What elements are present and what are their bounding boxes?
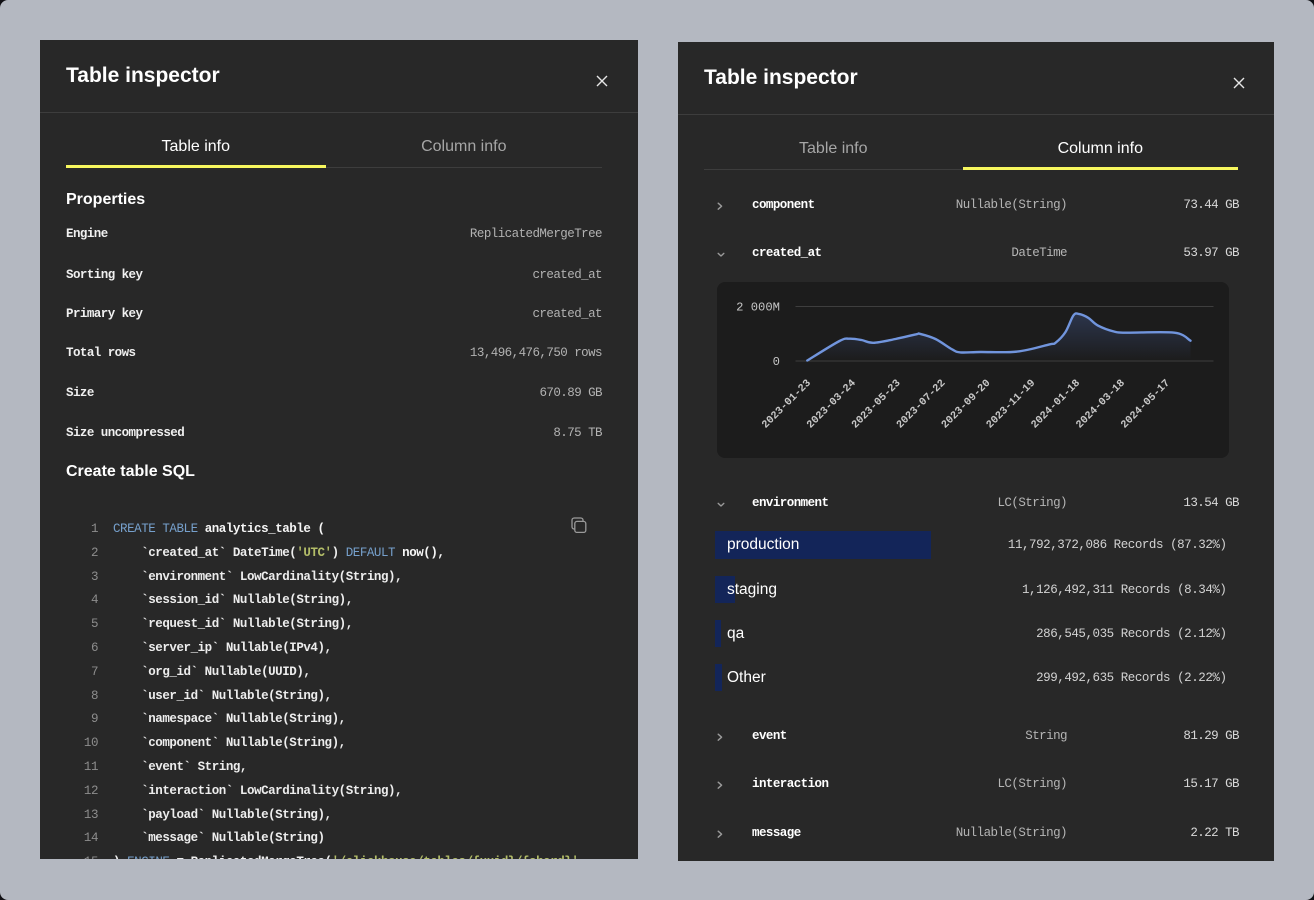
svg-text:0: 0 bbox=[772, 355, 779, 369]
svg-text:2 000M: 2 000M bbox=[736, 300, 780, 314]
